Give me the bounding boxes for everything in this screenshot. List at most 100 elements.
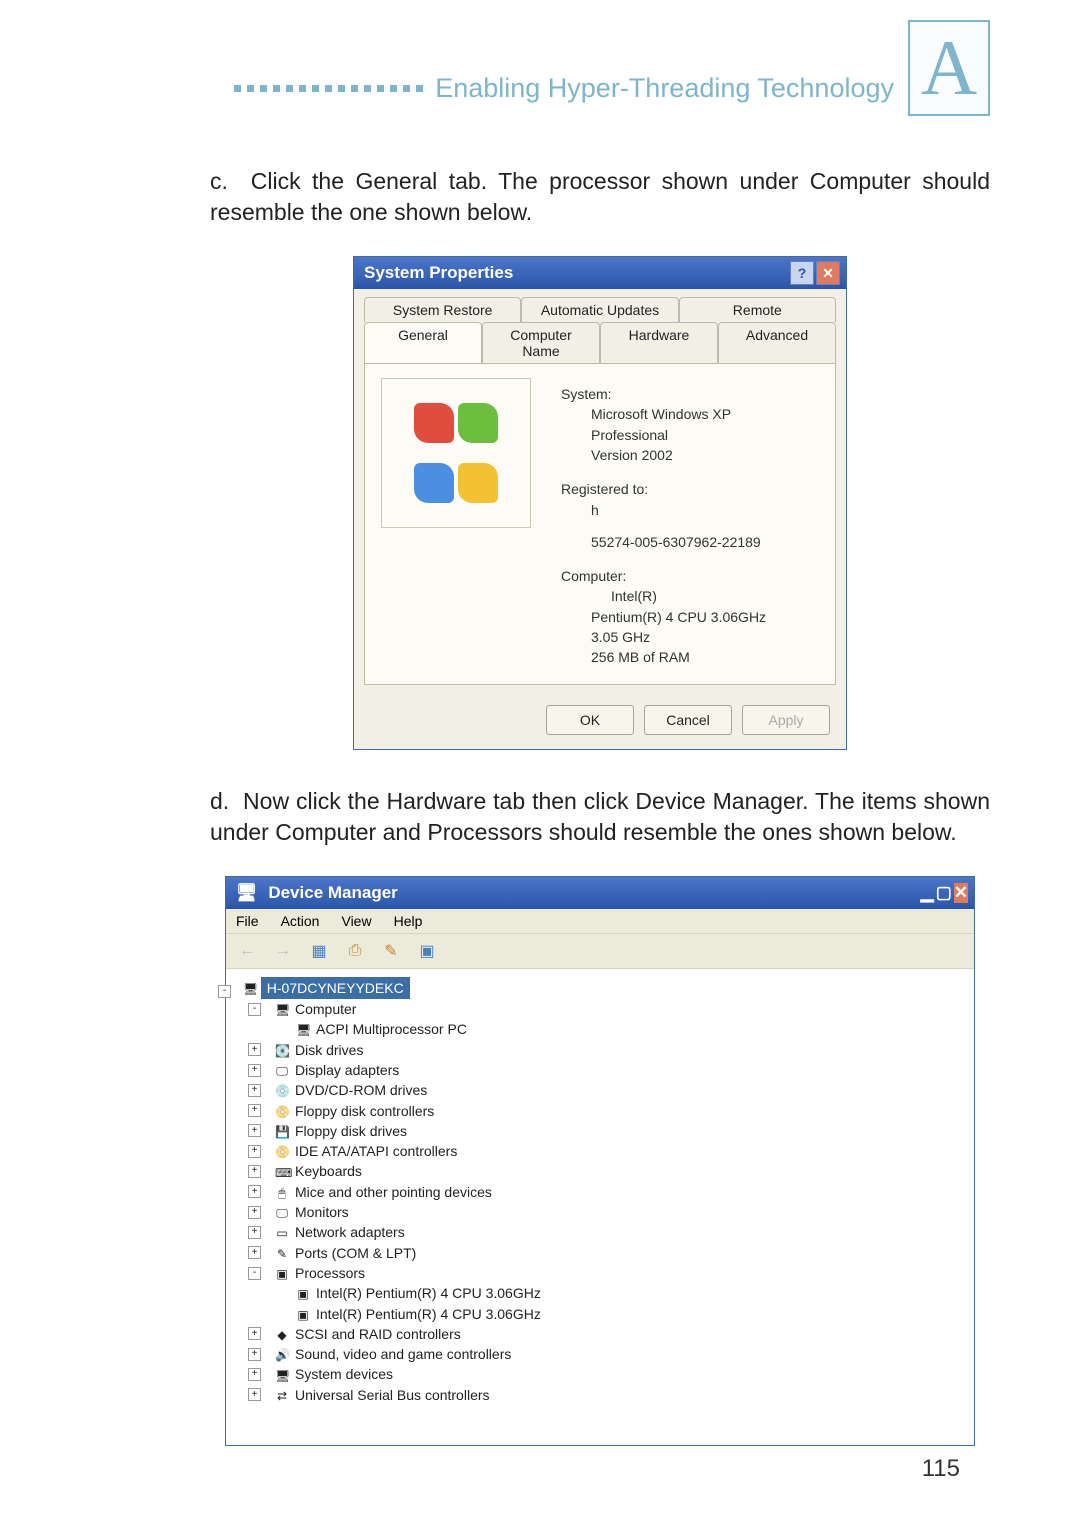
toolbar-icon-3[interactable]: ✎ (380, 940, 402, 962)
dotted-divider (234, 85, 423, 92)
tree-item[interactable]: ▣Intel(R) Pentium(R) 4 CPU 3.06GHz (234, 1283, 966, 1303)
registered-label: Registered to: (561, 479, 766, 499)
expand-toggle[interactable]: + (248, 1145, 261, 1158)
expand-toggle[interactable]: + (248, 1348, 261, 1361)
expand-toggle[interactable]: + (248, 1064, 261, 1077)
tree-item-label: Computer (295, 999, 356, 1019)
tree-item[interactable]: +💾Floppy disk drives (234, 1121, 966, 1141)
tree-item-label: Ports (COM & LPT) (295, 1243, 416, 1263)
tree-item[interactable]: -▣Processors (234, 1263, 966, 1283)
tree-item[interactable]: ▣Intel(R) Pentium(R) 4 CPU 3.06GHz (234, 1304, 966, 1324)
menu-help[interactable]: Help (394, 913, 423, 929)
cpu-speed: 3.05 GHz (561, 627, 766, 647)
tree-item[interactable]: +🖵Monitors (234, 1202, 966, 1222)
close-button[interactable]: ✕ (954, 883, 968, 903)
tree-item-label: IDE ATA/ATAPI controllers (295, 1141, 457, 1161)
close-button[interactable]: ✕ (816, 261, 840, 285)
toolbar-icon-4[interactable]: ▣ (416, 940, 438, 962)
os-version: Version 2002 (561, 445, 766, 465)
expand-toggle[interactable]: - (248, 1003, 261, 1016)
tree-item-label: Floppy disk controllers (295, 1101, 434, 1121)
tree-item[interactable]: +▭Network adapters (234, 1222, 966, 1242)
tab-automatic-updates[interactable]: Automatic Updates (521, 297, 678, 322)
tree-item[interactable]: + 💽 Disk drives (234, 1040, 966, 1060)
device-icon: ⇄ (275, 1388, 289, 1402)
tree-item[interactable]: -🖥Computer (234, 999, 966, 1019)
device-icon: 💽 (275, 1043, 289, 1057)
tab-advanced[interactable]: Advanced (718, 322, 836, 363)
expand-toggle[interactable]: + (248, 1327, 261, 1340)
maximize-button[interactable]: ▢ (936, 883, 952, 903)
tree-item[interactable]: 🖥 ACPI Multiprocessor PC (234, 1019, 966, 1039)
tree-item-label: Keyboards (295, 1161, 362, 1181)
toolbar-icon-1[interactable]: ▦ (308, 940, 330, 962)
expand-toggle[interactable]: - (218, 985, 231, 998)
expand-toggle[interactable]: + (248, 1104, 261, 1117)
expand-toggle[interactable]: + (248, 1226, 261, 1239)
tab-remote[interactable]: Remote (679, 297, 836, 322)
apply-button[interactable]: Apply (742, 705, 830, 735)
tree-item-label: Disk drives (295, 1040, 363, 1060)
tree-item[interactable]: +◆SCSI and RAID controllers (234, 1324, 966, 1344)
tree-item[interactable]: +✎Ports (COM & LPT) (234, 1243, 966, 1263)
expand-toggle[interactable]: + (248, 1124, 261, 1137)
device-icon: 🖥 (296, 1022, 310, 1036)
tab-general[interactable]: General (364, 322, 482, 363)
expand-toggle[interactable]: + (248, 1206, 261, 1219)
minimize-button[interactable]: ▁ (921, 883, 934, 903)
device-manager-window: 🖥 Device Manager ▁ ▢ ✕ File Action View … (225, 876, 975, 1446)
tree-item[interactable]: +🖱Mice and other pointing devices (234, 1182, 966, 1202)
tree-item[interactable]: +🖥System devices (234, 1364, 966, 1384)
tree-item[interactable]: +⌨Keyboards (234, 1161, 966, 1181)
tree-item[interactable]: +📀Floppy disk controllers (234, 1101, 966, 1121)
tree-root-row[interactable]: - 🖥 H-07DCYNEYYDEKC (234, 977, 966, 999)
ok-button[interactable]: OK (546, 705, 634, 735)
expand-toggle[interactable]: + (248, 1084, 261, 1097)
tree-item-label: ACPI Multiprocessor PC (316, 1019, 467, 1039)
cpu-brand: Intel(R) (561, 586, 766, 606)
system-label: System: (561, 384, 766, 404)
expand-toggle[interactable]: + (248, 1246, 261, 1259)
expand-toggle[interactable]: + (248, 1368, 261, 1381)
os-edition: Professional (561, 425, 766, 445)
tab-computer-name[interactable]: Computer Name (482, 322, 600, 363)
dialog-buttons: OK Cancel Apply (354, 695, 846, 749)
device-tree[interactable]: - 🖥 H-07DCYNEYYDEKC -🖥Computer 🖥 ACPI Mult… (226, 969, 974, 1445)
tab-hardware[interactable]: Hardware (600, 322, 718, 363)
computer-label: Computer: (561, 566, 766, 586)
tree-item[interactable]: +📀IDE ATA/ATAPI controllers (234, 1141, 966, 1161)
product-serial: 55274-005-6307962-22189 (561, 532, 766, 552)
tree-item-label: Universal Serial Bus controllers (295, 1385, 490, 1405)
tree-item[interactable]: + 💿 DVD/CD-ROM drives (234, 1080, 966, 1100)
tree-item[interactable]: +🖵Display adapters (234, 1060, 966, 1080)
general-panel: System: Microsoft Windows XP Professiona… (364, 363, 836, 685)
paragraph-c: c. Click the General tab. The processor … (210, 166, 990, 228)
tree-item[interactable]: +🔊Sound, video and game controllers (234, 1344, 966, 1364)
expand-toggle[interactable]: + (248, 1185, 261, 1198)
expand-toggle[interactable]: + (248, 1043, 261, 1056)
tree-item-label: DVD/CD-ROM drives (295, 1080, 427, 1100)
expand-toggle[interactable]: + (248, 1165, 261, 1178)
menu-action[interactable]: Action (281, 913, 320, 929)
forward-icon[interactable]: → (272, 940, 294, 962)
tree-item[interactable]: + ⇄ Universal Serial Bus controllers (234, 1385, 966, 1405)
help-button[interactable]: ? (790, 261, 814, 285)
back-icon[interactable]: ← (236, 940, 258, 962)
devmgr-menubar: File Action View Help (226, 909, 974, 934)
menu-file[interactable]: File (236, 913, 259, 929)
cpu-model: Pentium(R) 4 CPU 3.06GHz (561, 607, 766, 627)
expand-toggle[interactable]: + (248, 1388, 261, 1401)
cancel-button[interactable]: Cancel (644, 705, 732, 735)
dialog-titlebar[interactable]: System Properties ? ✕ (354, 257, 846, 289)
tree-item-label: System devices (295, 1364, 393, 1384)
tab-system-restore[interactable]: System Restore (364, 297, 521, 322)
menu-view[interactable]: View (341, 913, 371, 929)
page-number: 115 (922, 1455, 960, 1483)
toolbar-icon-2[interactable]: ⎙ (344, 940, 366, 962)
tree-item-label: Monitors (295, 1202, 349, 1222)
devmgr-titlebar[interactable]: 🖥 Device Manager ▁ ▢ ✕ (226, 877, 974, 909)
appendix-letter: A (921, 29, 977, 107)
device-icon: 💿 (275, 1083, 289, 1097)
expand-toggle[interactable]: - (248, 1267, 261, 1280)
windows-logo (381, 378, 531, 528)
